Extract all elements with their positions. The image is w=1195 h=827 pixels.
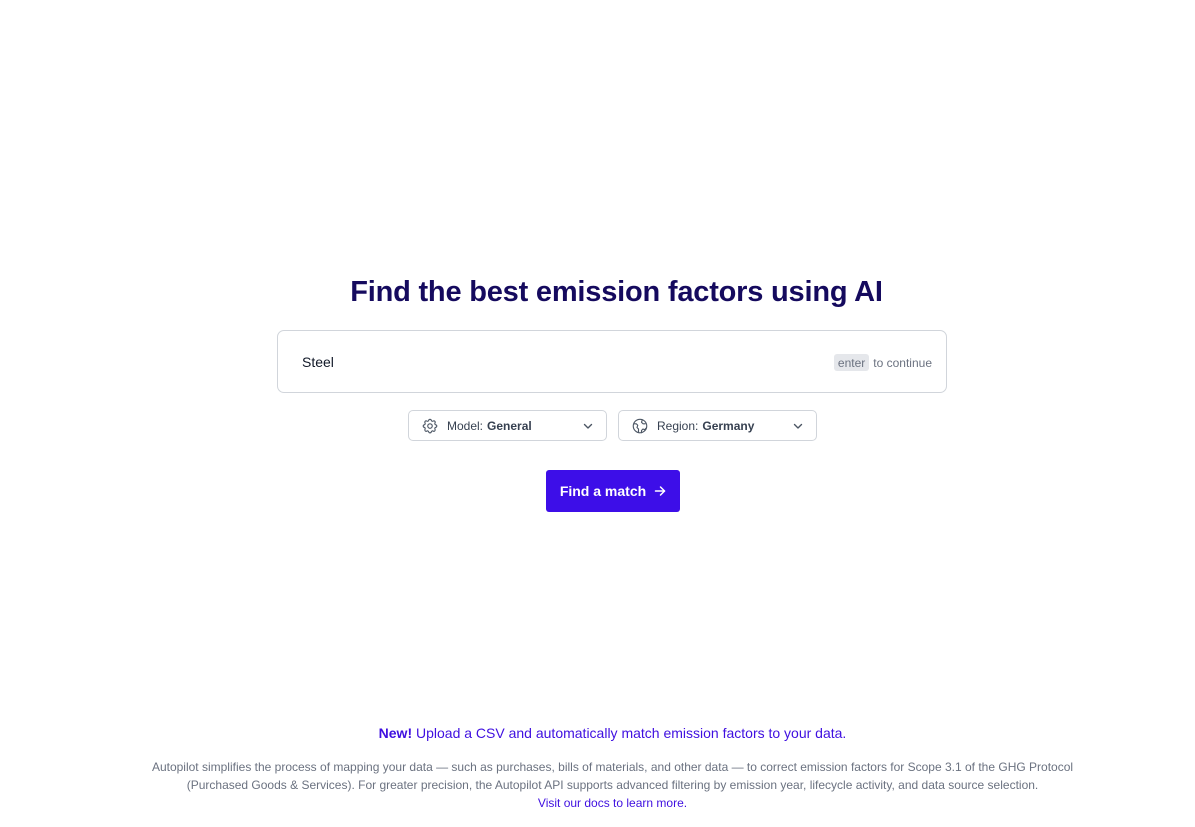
- model-select[interactable]: Model: General: [408, 410, 607, 441]
- chevron-down-icon: [582, 420, 594, 432]
- page-title: Find the best emission factors using AI: [350, 276, 883, 308]
- footer-description: Autopilot simplifies the process of mapp…: [151, 760, 1074, 792]
- new-tag: New!: [378, 725, 413, 741]
- gear-icon: [421, 417, 439, 435]
- search-input[interactable]: [302, 331, 802, 392]
- footer-description-block: Autopilot simplifies the process of mapp…: [120, 758, 1105, 812]
- region-label: Region:: [657, 418, 699, 433]
- find-match-button[interactable]: Find a match: [546, 470, 680, 512]
- model-label: Model:: [447, 418, 484, 433]
- banner-text: Upload a CSV and automatically match emi…: [416, 725, 847, 741]
- page: Find the best emission factors using AI …: [0, 0, 1195, 827]
- enter-hint-text: to continue: [873, 355, 932, 370]
- enter-hint: enter to continue: [833, 354, 932, 371]
- model-value: General: [487, 418, 532, 433]
- chevron-down-icon: [792, 420, 804, 432]
- enter-key-badge: enter: [833, 354, 870, 371]
- globe-icon: [631, 417, 649, 435]
- search-box[interactable]: enter to continue: [277, 330, 947, 393]
- docs-link[interactable]: Visit our docs to learn more.: [538, 796, 687, 810]
- region-select[interactable]: Region: Germany: [618, 410, 817, 441]
- csv-upload-banner[interactable]: New! Upload a CSV and automatically matc…: [0, 725, 1195, 741]
- arrow-right-icon: [654, 485, 666, 497]
- region-value: Germany: [702, 418, 755, 433]
- find-match-label: Find a match: [559, 483, 647, 499]
